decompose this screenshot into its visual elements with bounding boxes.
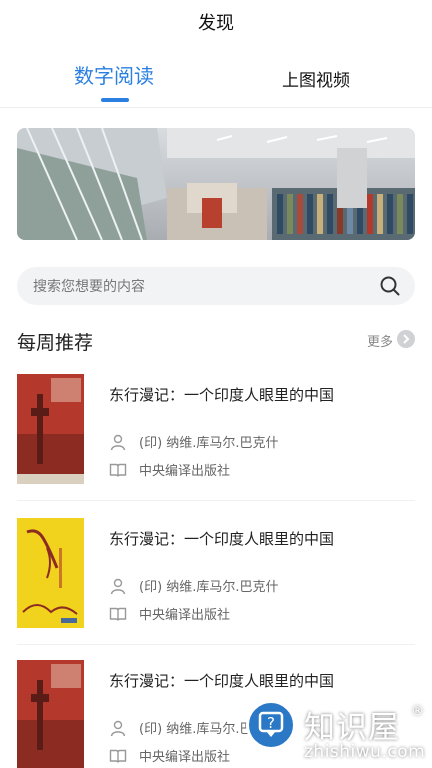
book-title[interactable]: 东行漫记：一个印度人眼里的中国 <box>109 384 334 405</box>
book-item[interactable]: 东行漫记：一个印度人眼里的中国 (印) 纳维.库马尔.巴克什 中央编译出版社 <box>17 518 415 638</box>
book-open-icon <box>109 605 127 623</box>
page-title: 发现 <box>198 13 234 34</box>
tab-bar: 数字阅读 上图视频 <box>0 54 432 108</box>
person-icon <box>109 719 127 737</box>
book-publisher: 中央编译出版社 <box>109 604 230 623</box>
author-name: (印) 纳维.库马尔.巴克什 <box>139 580 279 595</box>
help-icon: ? <box>246 700 296 750</box>
book-open-icon <box>109 747 127 765</box>
book-cover[interactable] <box>17 660 84 768</box>
svg-text:?: ? <box>267 714 275 732</box>
book-publisher: 中央编译出版社 <box>109 746 230 765</box>
book-author: (印) 纳维.库马尔.巴克什 <box>109 432 279 451</box>
book-author: (印) 纳维.库马尔.巴克什 <box>109 576 279 595</box>
divider <box>17 644 415 645</box>
person-icon <box>109 433 127 451</box>
search-bar[interactable]: 搜索您想要的内容 <box>17 267 415 305</box>
book-publisher: 中央编译出版社 <box>109 460 230 479</box>
tab-videos[interactable]: 上图视频 <box>282 66 350 91</box>
author-name: (印) 纳维.库马尔.巴克什 <box>139 436 279 451</box>
more-link[interactable]: 更多 <box>367 331 393 350</box>
chevron-right-icon[interactable] <box>397 330 415 348</box>
book-title[interactable]: 东行漫记：一个印度人眼里的中国 <box>109 528 334 549</box>
library-banner[interactable] <box>17 128 415 240</box>
book-open-icon <box>109 461 127 479</box>
site-watermark: ? 知识屋 ® zhishiwu.com <box>246 700 432 768</box>
publisher-name: 中央编译出版社 <box>139 608 231 623</box>
active-tab-indicator <box>101 98 129 102</box>
top-bar: 发现 <box>0 0 432 44</box>
book-item[interactable]: 东行漫记：一个印度人眼里的中国 (印) 纳维.库马尔.巴克什 中央编译出版社 <box>17 374 415 494</box>
search-input[interactable]: 搜索您想要的内容 <box>33 276 145 296</box>
registered-icon: ® <box>411 704 424 719</box>
publisher-name: 中央编译出版社 <box>139 464 231 479</box>
publisher-name: 中央编译出版社 <box>139 750 231 765</box>
watermark-brand: 知识屋 <box>304 710 400 746</box>
search-icon[interactable] <box>379 275 401 297</box>
library-banner-image <box>17 128 415 240</box>
tab-digital-reading[interactable]: 数字阅读 <box>74 60 154 89</box>
book-cover[interactable] <box>17 374 84 484</box>
section-title: 每周推荐 <box>17 332 94 354</box>
divider <box>17 500 415 501</box>
book-title[interactable]: 东行漫记：一个印度人眼里的中国 <box>109 670 334 691</box>
book-cover[interactable] <box>17 518 84 628</box>
watermark-url: zhishiwu.com <box>304 742 426 762</box>
weekly-recommend-header: 每周推荐 更多 <box>17 326 415 354</box>
person-icon <box>109 577 127 595</box>
